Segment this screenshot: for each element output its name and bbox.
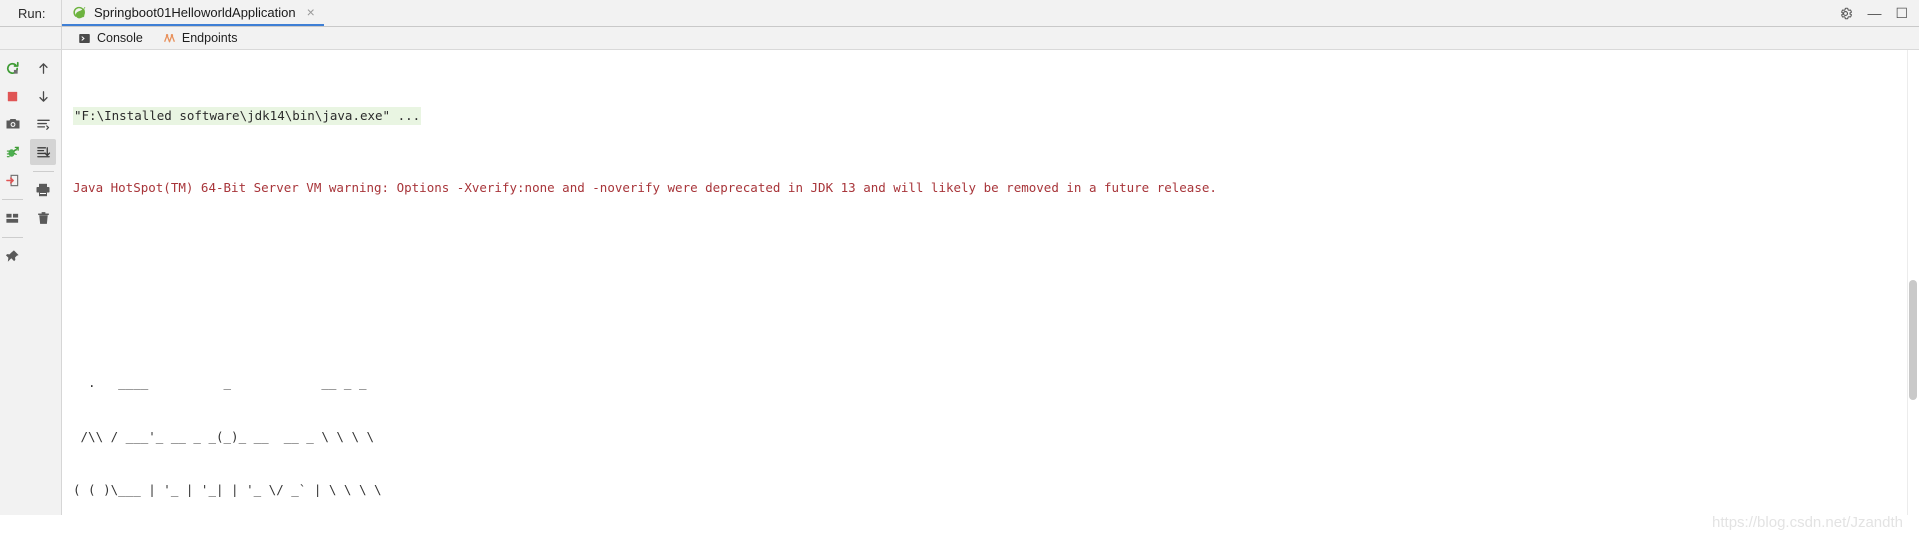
console-toolbar-divider — [32, 171, 54, 172]
scrollbar-thumb[interactable] — [1909, 280, 1917, 400]
run-window-titlebar: Run: Springboot01HelloworldApplication ×… — [0, 0, 1919, 27]
gear-icon[interactable] — [1838, 6, 1853, 21]
tab-endpoints[interactable]: Endpoints — [161, 30, 240, 46]
clear-all-button[interactable] — [30, 205, 56, 231]
console-icon — [79, 33, 90, 43]
subbar-gutter-mid — [25, 27, 62, 49]
stop-icon — [7, 91, 18, 101]
console-tabs-bar: Console Endpoints — [0, 27, 1919, 50]
maximize-button[interactable]: ☐ — [1895, 6, 1908, 20]
toolbar-divider-2 — [2, 237, 23, 238]
tab-endpoints-label: Endpoints — [181, 31, 238, 45]
bottom-strip — [0, 515, 1919, 537]
run-actions-toolbar: Re — [0, 50, 25, 537]
layout-button[interactable] — [0, 205, 26, 231]
exit-icon — [6, 174, 19, 186]
tab-console[interactable]: Console — [76, 30, 145, 46]
window-controls: — ☐ — [1838, 0, 1919, 26]
arrow-down-icon — [38, 90, 48, 102]
run-tool-window: Run: Springboot01HelloworldApplication ×… — [0, 0, 1919, 537]
toolbar-divider — [2, 199, 23, 200]
minimize-button[interactable]: — — [1867, 6, 1881, 20]
screenshot-button[interactable] — [0, 111, 26, 137]
scroll-to-end-icon — [36, 146, 50, 157]
down-stacktrace-button[interactable] — [30, 83, 56, 109]
subbar-gutter-left — [0, 27, 25, 49]
vertical-scrollbar[interactable] — [1907, 50, 1919, 537]
console-actions-toolbar — [25, 50, 62, 537]
endpoints-icon — [163, 33, 175, 42]
run-configuration-name: Springboot01HelloworldApplication — [94, 4, 296, 20]
print-button[interactable] — [30, 177, 56, 203]
run-configuration-tab[interactable]: Springboot01HelloworldApplication × — [62, 0, 324, 26]
console-tabs: Console Endpoints — [62, 27, 239, 49]
console-line-warning: Java HotSpot(TM) 64-Bit Server VM warnin… — [73, 179, 1217, 195]
up-stacktrace-button[interactable] — [30, 55, 56, 81]
console-line-command: "F:\Installed software\jdk14\bin\java.ex… — [73, 107, 1919, 126]
pin-icon — [5, 249, 19, 262]
titlebar-spacer — [324, 0, 1839, 26]
soft-wrap-icon — [36, 119, 50, 130]
trash-icon — [37, 211, 49, 224]
rerun-button[interactable] — [0, 55, 26, 81]
console-body: Re — [0, 50, 1919, 537]
debug-attach-icon — [6, 146, 19, 157]
run-label: Run: — [0, 0, 62, 26]
attach-debugger-button[interactable] — [0, 139, 26, 165]
banner-line-2: ( ( )\___ | '_ | '_| | '_ \/ _` | \ \ \ … — [73, 482, 382, 498]
console-output[interactable]: "F:\Installed software\jdk14\bin\java.ex… — [62, 50, 1919, 537]
arrow-up-icon — [38, 62, 48, 74]
stop-button[interactable] — [0, 83, 26, 109]
banner-line-0: . ____ _ __ _ _ — [73, 375, 367, 391]
banner-line-1: /\\ / ___'_ __ _ _(_)_ __ __ _ \ \ \ \ — [73, 428, 375, 444]
spring-boot-icon — [73, 6, 86, 18]
print-icon — [36, 183, 50, 197]
camera-icon — [6, 119, 19, 129]
tab-console-label: Console — [97, 31, 143, 45]
soft-wrap-button[interactable] — [30, 111, 56, 137]
rerun-icon — [7, 61, 19, 74]
close-icon[interactable]: × — [307, 5, 315, 19]
layout-icon — [6, 213, 19, 223]
scroll-to-end-button[interactable] — [30, 139, 56, 165]
pin-button[interactable] — [0, 243, 26, 269]
exit-button[interactable] — [0, 167, 26, 193]
console-text: "F:\Installed software\jdk14\bin\java.ex… — [62, 54, 1919, 537]
command-line-text: "F:\Installed software\jdk14\bin\java.ex… — [73, 107, 422, 126]
